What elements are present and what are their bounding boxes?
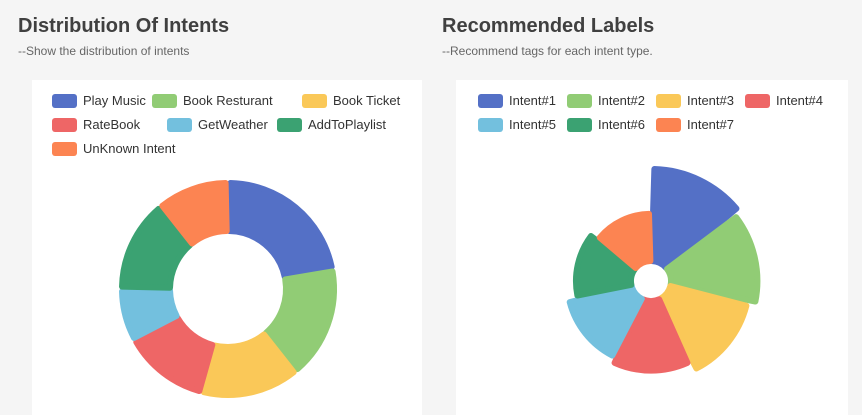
slice-play-music[interactable] (226, 180, 335, 280)
intent-distribution-panel: Distribution Of Intents --Show the distr… (0, 0, 431, 415)
chart-card: Play Music Book Resturant Book Ticket RateB… (32, 80, 422, 415)
labels-rose-chart (566, 166, 761, 374)
page-title: Distribution Of Intents (18, 15, 230, 37)
page-subtitle: --Show the distribution of intents (18, 44, 190, 58)
page-subtitle: --Recommend tags for each intent type. (442, 44, 653, 58)
chart-card: Intent#1 Intent#2 Intent#3 Intent#4 Intent#5… (456, 80, 848, 415)
page-title: Recommended Labels (442, 15, 655, 37)
intent-doughnut-chart (119, 180, 337, 398)
recommended-labels-panel: Recommended Labels --Recommend tags for … (424, 0, 862, 415)
